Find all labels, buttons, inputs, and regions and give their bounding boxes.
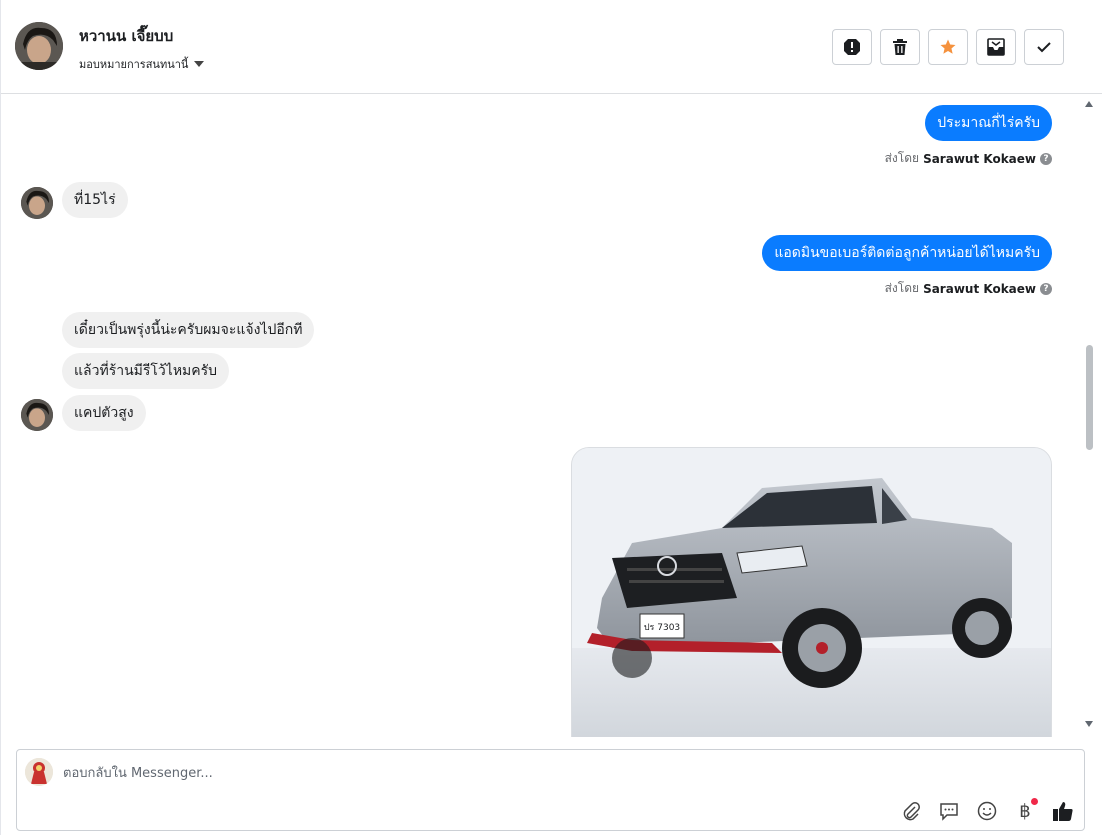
license-plate-text: ปร 7303 <box>644 623 680 633</box>
inbox-conversation-view: หวานน เจี๊ยบบ มอบหมายการสนทนานี้ ประมาณก… <box>0 0 1103 835</box>
star-button[interactable] <box>928 29 968 65</box>
sent-by-label: ส่งโดย Sarawut Kokaew ? <box>885 149 1052 168</box>
page-avatar <box>25 758 53 786</box>
thumbs-up-icon <box>1053 802 1073 821</box>
contact-avatar-small <box>21 187 53 219</box>
sender-name[interactable]: Sarawut Kokaew <box>923 282 1036 296</box>
chat-bubble-icon <box>940 803 958 821</box>
scroll-down-arrow[interactable] <box>1085 721 1093 727</box>
contact-avatar[interactable] <box>15 22 63 70</box>
outgoing-message[interactable]: ประมาณกี่ไร่ครับ <box>925 105 1052 141</box>
mark-unread-button[interactable] <box>976 29 1016 65</box>
composer-tools: ฿ <box>900 798 1074 822</box>
contact-name[interactable]: หวานน เจี๊ยบบ <box>79 24 173 48</box>
contact-avatar-small <box>21 399 53 431</box>
outgoing-message[interactable]: แอดมินขอเบอร์ติดต่อลูกค้าหน่อยได้ไหมครับ <box>762 235 1052 271</box>
assign-label: มอบหมายการสนทนานี้ <box>79 58 189 71</box>
sent-by-prefix: ส่งโดย <box>884 281 920 295</box>
mark-unread-icon <box>987 38 1005 56</box>
mark-done-button[interactable] <box>1024 29 1064 65</box>
scroll-up-arrow[interactable] <box>1085 101 1093 107</box>
attach-button[interactable] <box>900 800 922 822</box>
help-icon[interactable]: ? <box>1040 282 1052 295</box>
alert-icon <box>844 39 860 55</box>
incoming-message[interactable]: เดี๋ยวเป็นพรุ่งนี้น่ะครับผมจะแจ้งไปอีกที <box>62 312 315 348</box>
sent-by-label: ส่งโดย Sarawut Kokaew ? <box>885 279 1052 298</box>
smiley-icon <box>977 801 997 821</box>
sender-name[interactable]: Sarawut Kokaew <box>923 152 1036 166</box>
star-icon <box>940 39 956 54</box>
reply-composer: ฿ <box>16 749 1085 831</box>
emoji-button[interactable] <box>976 800 998 822</box>
reply-input[interactable] <box>63 762 963 784</box>
assign-conversation-dropdown[interactable]: มอบหมายการสนทนานี้ <box>79 55 205 73</box>
payment-button[interactable]: ฿ <box>1014 798 1038 822</box>
image-attachment[interactable]: ปร 7303 <box>571 447 1052 737</box>
trash-icon <box>893 39 907 55</box>
paperclip-icon <box>903 802 920 821</box>
mark-spam-button[interactable] <box>832 29 872 65</box>
scrollbar-thumb[interactable] <box>1086 345 1093 450</box>
delete-button[interactable] <box>880 29 920 65</box>
conversation-header: หวานน เจี๊ยบบ มอบหมายการสนทนานี้ <box>1 0 1102 94</box>
baht-icon: ฿ <box>1019 800 1031 822</box>
incoming-message[interactable]: แคปตัวสูง <box>62 395 146 431</box>
caret-down-icon <box>194 61 205 67</box>
help-icon[interactable]: ? <box>1040 152 1052 165</box>
incoming-message[interactable]: ที่15ไร่ <box>62 182 128 218</box>
message-thread[interactable]: ประมาณกี่ไร่ครับ ส่งโดย Sarawut Kokaew ?… <box>1 95 1102 737</box>
notification-dot <box>1031 798 1038 805</box>
sent-by-prefix: ส่งโดย <box>884 151 920 165</box>
send-like-button[interactable] <box>1052 800 1074 822</box>
check-icon <box>1037 42 1051 53</box>
saved-replies-button[interactable] <box>938 800 960 822</box>
incoming-message[interactable]: แล้วที่ร้านมีรีโว้ไหมครับ <box>62 353 230 389</box>
conversation-toolbar <box>832 29 1064 65</box>
